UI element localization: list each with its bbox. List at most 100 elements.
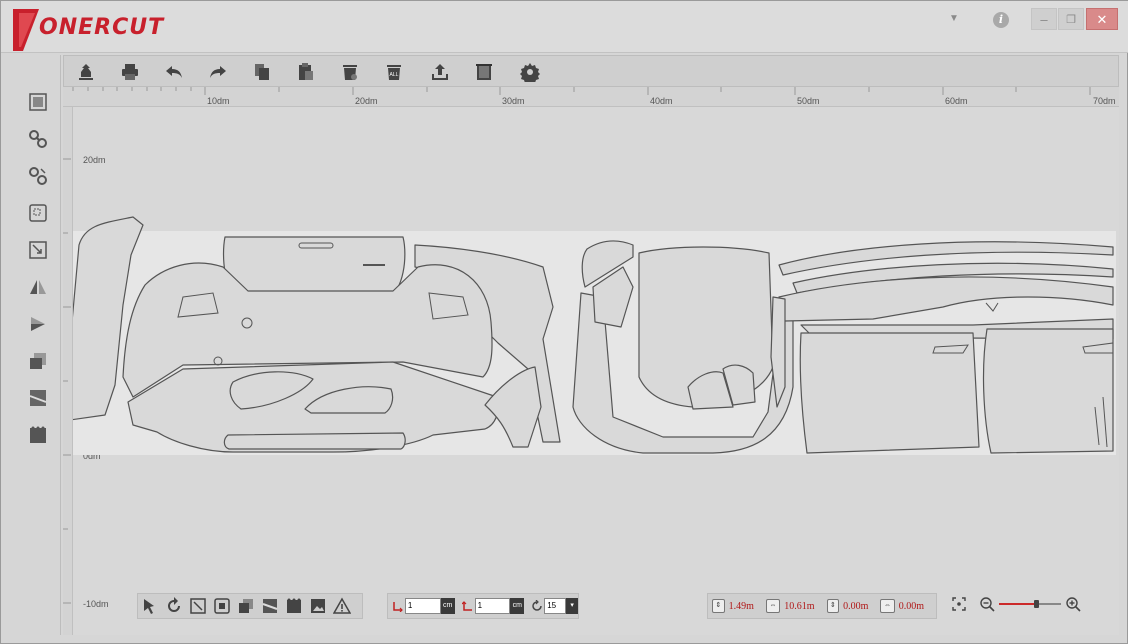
warning-icon	[333, 597, 351, 614]
frame-icon	[214, 598, 230, 614]
close-button[interactable]: ✕	[1086, 8, 1118, 30]
horizontal-gap-input[interactable]: 1	[404, 598, 441, 614]
layer-icon	[239, 599, 253, 613]
maximize-button[interactable]: ❐	[1058, 8, 1084, 30]
vertical-ruler	[63, 107, 73, 635]
layer-tool-button[interactable]	[234, 595, 258, 617]
delete-icon	[343, 65, 357, 80]
image-icon	[311, 599, 325, 613]
print-icon	[122, 64, 138, 80]
nest-icon	[287, 598, 301, 613]
offset-y-icon: ⇕	[826, 599, 840, 613]
window-dropdown-icon[interactable]: ▼	[945, 8, 963, 30]
ruler-label: 10dm	[207, 96, 230, 106]
main-toolbar: ALL	[63, 55, 1119, 87]
copy-icon	[255, 64, 269, 80]
ruler-label: 70dm	[1093, 96, 1116, 106]
sidebar-link-button[interactable]	[25, 126, 51, 152]
undo-icon	[166, 66, 182, 78]
scale-icon	[29, 241, 47, 259]
fit-tool-button[interactable]	[186, 595, 210, 617]
part-rear-door	[982, 328, 1114, 454]
vertical-gap-icon	[461, 598, 475, 614]
zoom-slider[interactable]	[999, 600, 1061, 608]
measurements-bar: ⇕ 1.49m ⇔ 10.61m ⇕ 0.00m ⇔ 0.00m	[707, 593, 937, 619]
select-icon	[144, 599, 154, 614]
export-button[interactable]	[428, 60, 452, 84]
title-bar: ONERCUT ▼ i – ❐ ✕	[1, 1, 1128, 53]
import-button[interactable]	[74, 60, 98, 84]
fit-icon	[190, 598, 206, 614]
select-tool-button[interactable]	[138, 595, 162, 617]
ruler-label: 40dm	[650, 96, 673, 106]
delete-all-button[interactable]: ALL	[382, 60, 406, 84]
horizontal-gap-icon	[391, 598, 405, 614]
delete-button[interactable]	[338, 60, 362, 84]
import-icon	[79, 64, 93, 80]
minimize-button[interactable]: –	[1031, 8, 1057, 30]
paste-icon	[299, 63, 313, 80]
nest-tool-button[interactable]	[282, 595, 306, 617]
redo-icon	[210, 66, 226, 78]
sidebar-nest-button[interactable]	[25, 422, 51, 448]
part-lower-strip	[223, 432, 406, 450]
link-icon	[29, 130, 47, 148]
selection-tools-bar	[137, 593, 363, 619]
info-button[interactable]: i	[991, 8, 1011, 30]
rotate-tool-button[interactable]	[162, 595, 186, 617]
offset-y-value: 0.00m	[843, 600, 869, 612]
settings-icon	[520, 63, 540, 82]
sidebar-slash-button[interactable]	[25, 385, 51, 411]
logo-mark	[13, 9, 39, 51]
app-logo: ONERCUT	[39, 15, 165, 40]
zoom-out-icon[interactable]	[979, 596, 995, 612]
sidebar-resize-button[interactable]	[25, 89, 51, 115]
horizontal-gap-unit: cm	[440, 598, 455, 614]
cut-pattern-parts	[73, 216, 1114, 454]
left-sidebar	[15, 55, 61, 635]
print-button[interactable]	[118, 60, 142, 84]
sidebar-unlink-button[interactable]	[25, 163, 51, 189]
mirror-vertical-icon	[30, 280, 46, 294]
slice-tool-button[interactable]	[258, 595, 282, 617]
width-value: 10.61m	[784, 600, 815, 612]
rotation-input[interactable]: 15	[544, 598, 567, 614]
rotate-icon	[168, 597, 180, 612]
zoom-slider-thumb[interactable]	[1034, 600, 1039, 608]
material-button[interactable]	[472, 60, 496, 84]
settings-button[interactable]	[518, 60, 542, 84]
info-icon: i	[993, 12, 1009, 28]
export-icon	[432, 64, 448, 80]
sidebar-mirror-horizontal-button[interactable]	[25, 311, 51, 337]
paste-button[interactable]	[294, 60, 318, 84]
undo-button[interactable]	[162, 60, 186, 84]
ruler-label: 50dm	[797, 96, 820, 106]
sidebar-scale-button[interactable]	[25, 237, 51, 263]
ruler-label: 60dm	[945, 96, 968, 106]
redo-button[interactable]	[206, 60, 230, 84]
sidebar-stack-button[interactable]	[25, 348, 51, 374]
copy-button[interactable]	[250, 60, 274, 84]
image-tool-button[interactable]	[306, 595, 330, 617]
sidebar-mirror-vertical-button[interactable]	[25, 274, 51, 300]
cutting-canvas[interactable]: 20dm 10dm 0dm -10dm	[73, 107, 1119, 635]
ruler-label: 30dm	[502, 96, 525, 106]
sidebar-crop-button[interactable]	[25, 200, 51, 226]
zoom-in-icon[interactable]	[1065, 596, 1081, 612]
rotation-icon	[530, 598, 544, 614]
slash-icon	[29, 390, 47, 406]
zoom-fit-icon[interactable]	[951, 596, 967, 612]
delete-all-badge: ALL	[390, 72, 399, 78]
horizontal-ruler: 10dm 20dm 30dm 40dm 50dm 60dm 70dm	[63, 87, 1119, 107]
rotation-dropdown[interactable]: ▾	[566, 598, 579, 614]
frame-tool-button[interactable]	[210, 595, 234, 617]
unlink-icon	[29, 167, 47, 185]
spacing-bar: 1 cm 1 cm 15 ▾	[387, 593, 579, 619]
warning-tool-button[interactable]	[330, 595, 354, 617]
crop-icon	[29, 204, 47, 222]
zoom-controls	[951, 593, 1091, 615]
vertical-gap-input[interactable]: 1	[474, 598, 511, 614]
ruler-label: 20dm	[355, 96, 378, 106]
height-icon: ⇕	[712, 599, 725, 613]
offset-x-icon: ⇔	[880, 599, 895, 613]
